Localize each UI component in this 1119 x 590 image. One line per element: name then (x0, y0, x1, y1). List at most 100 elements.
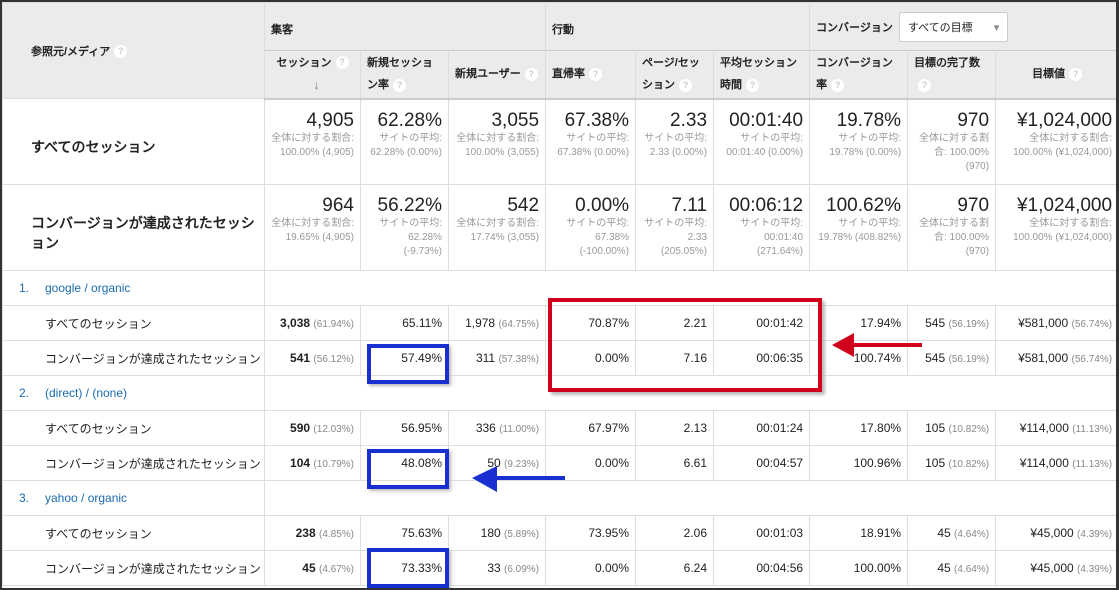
column-header-avg-session-duration[interactable]: 平均セッション時間? (713, 50, 811, 100)
cell-bounce-rate: 0.00% (545, 550, 637, 586)
cell-conversion-rate: 100.96% (809, 445, 909, 481)
cell-percent: (9.23%) (504, 459, 540, 470)
summary-comparison: サイトの平均: 19.78% (0.00%) (829, 132, 902, 158)
source-medium-link[interactable]: yahoo / organic (45, 491, 127, 505)
cell-value: 70.87% (588, 316, 630, 330)
summary-value: 964 (322, 195, 354, 216)
help-icon[interactable]: ? (335, 56, 349, 70)
summary-value: 0.00% (575, 195, 630, 216)
column-header-label: 直帰率 (552, 68, 586, 81)
cell-new-session-rate: 73.33% (360, 550, 449, 586)
table-row: コンバージョンが達成されたセッション 104 (10.79%) 48.08% 50 (… (2, 445, 1116, 481)
summary-comparison: 全体に対する割合: 19.65% (4,905) (271, 218, 354, 243)
empty-cell (263, 480, 1116, 516)
row-number: 3. (19, 491, 30, 505)
cell-percent: (11.13%) (1072, 459, 1113, 470)
cell-percent: (4.39%) (1077, 529, 1113, 540)
cell-goal-value: ¥45,000 (4.39%) (995, 515, 1116, 551)
help-icon[interactable]: ? (746, 78, 760, 92)
summary-row: コンバージョンが達成されたセッション 964 全体に対する割合: 19.65% (4… (2, 184, 1116, 271)
help-icon[interactable]: ? (679, 78, 693, 92)
cell-bounce-rate: 73.95% (545, 515, 637, 551)
goal-select[interactable]: すべての目標 ▾ (898, 11, 1009, 42)
cell-bounce-rate: 0.00% (545, 445, 637, 481)
summary-cell-bounce-rate: 67.38% サイトの平均: 67.38% (0.00%) (545, 98, 637, 185)
cell-value: 180 (480, 526, 501, 540)
source-medium-link[interactable]: google / organic (45, 281, 130, 295)
column-header-goal-completions[interactable]: 目標の完了数? (907, 50, 997, 100)
column-header-bounce-rate[interactable]: 直帰率? (545, 50, 637, 100)
summary-cell-new-users: 542 全体に対する割合: 17.74% (3,055) (447, 184, 547, 271)
cell-value: 2.06 (683, 526, 708, 540)
summary-comparison: サイトの平均: 67.38% (-100.00%) (566, 218, 630, 257)
group-acquisition: 集客 (263, 2, 547, 51)
source-cell: 3. yahoo / organic (2, 480, 265, 516)
summary-comparison: サイトの平均: 62.28% (-9.73%) (379, 218, 442, 257)
cell-new-session-rate: 56.95% (360, 410, 449, 446)
help-icon[interactable]: ? (831, 78, 845, 92)
source-group-row: 2. (direct) / (none) (2, 375, 1116, 411)
cell-goal-completions: 45 (4.64%) (907, 515, 997, 551)
cell-value: 3,038 (280, 316, 311, 330)
segment-label: コンバージョンが達成されたセッション (2, 550, 265, 586)
cell-value: ¥114,000 (1019, 456, 1069, 470)
summary-value: 00:01:40 (729, 109, 804, 131)
column-header-pages-per-session[interactable]: ページ/セッション? (635, 50, 715, 100)
help-icon[interactable]: ? (589, 67, 603, 81)
cell-percent: (4.85%) (318, 529, 354, 540)
summary-cell-goal-completions: 970 全体に対する割合: 100.00% (970) (907, 184, 997, 271)
cell-bounce-rate: 67.97% (545, 410, 637, 446)
help-icon[interactable]: ? (918, 78, 932, 92)
cell-value: ¥45,000 (1030, 561, 1074, 575)
summary-value: ¥1,024,000 (1016, 109, 1113, 131)
summary-value: 19.78% (836, 109, 902, 131)
summary-comparison: サイトの平均: 2.33 (205.05%) (644, 218, 708, 257)
cell-value: 104 (290, 456, 311, 470)
cell-pages-per-session: 2.13 (635, 410, 715, 446)
column-header-label: コンバージョン率 (816, 57, 893, 92)
cell-sessions: 3,038 (61.94%) (264, 305, 361, 341)
help-icon[interactable]: ? (393, 78, 406, 92)
summary-cell-conversion-rate: 19.78% サイトの平均: 19.78% (0.00%) (809, 98, 909, 185)
cell-value: 48.08% (401, 456, 442, 470)
summary-value: 7.11 (671, 195, 708, 216)
cell-new-session-rate: 75.63% (360, 515, 449, 551)
cell-avg-session-duration: 00:04:56 (713, 550, 811, 586)
cell-value: 590 (290, 421, 311, 435)
help-icon[interactable]: ? (1069, 67, 1083, 81)
summary-value: 100.62% (826, 195, 902, 216)
summary-cell-avg-session-duration: 00:01:40 サイトの平均: 00:01:40 (0.00%) (713, 98, 811, 185)
report-table: 参照元/メディア? 集客 行動 コンバージョン すべての目標 ▾ セッション ?↓ 新… (2, 2, 1116, 586)
summary-cell-pages-per-session: 7.11 サイトの平均: 2.33 (205.05%) (635, 184, 715, 271)
source-cell: 1. google / organic (2, 270, 265, 306)
column-header-new-session-rate[interactable]: 新規セッション率? (360, 50, 449, 100)
summary-value: 62.28% (377, 109, 442, 131)
column-header-sessions[interactable]: セッション ? ↓ (264, 50, 361, 100)
summary-cell-sessions: 4,905 全体に対する割合: 100.00% (4,905) (264, 98, 361, 185)
cell-value: 311 (475, 351, 496, 365)
group-conversion-label: コンバージョン (816, 21, 893, 34)
summary-comparison: 全体に対する割合: 100.00% (4,905) (271, 132, 354, 158)
summary-cell-goal-completions: 970 全体に対する割合: 100.00% (970) (907, 98, 997, 185)
summary-cell-conversion-rate: 100.62% サイトの平均: 19.78% (408.82%) (809, 184, 909, 271)
help-icon[interactable]: ? (114, 45, 128, 59)
column-header-conversion-rate[interactable]: コンバージョン率? (809, 50, 909, 100)
column-header-goal-value[interactable]: 目標値? (995, 50, 1116, 100)
segment-label: コンバージョンが達成されたセッション (2, 340, 265, 376)
dimension-label: 参照元/メディア (31, 45, 111, 58)
cell-conversion-rate: 18.91% (809, 515, 909, 551)
cell-value: 45 (937, 526, 951, 540)
summary-cell-sessions: 964 全体に対する割合: 19.65% (4,905) (264, 184, 361, 271)
cell-avg-session-duration: 00:01:42 (713, 305, 811, 341)
help-icon[interactable]: ? (524, 67, 538, 81)
cell-pages-per-session: 6.24 (635, 550, 715, 586)
cell-new-users: 336 (11.00%) (447, 410, 547, 446)
source-medium-link[interactable]: (direct) / (none) (45, 386, 127, 400)
column-header-new-users[interactable]: 新規ユーザー? (447, 50, 547, 100)
summary-value: 56.22% (377, 195, 442, 216)
cell-value: ¥45,000 (1030, 526, 1074, 540)
segment-label: コンバージョンが達成されたセッション (2, 184, 265, 271)
cell-value: 73.95% (588, 526, 630, 540)
dimension-header[interactable]: 参照元/メディア? (2, 2, 265, 99)
sort-arrow-icon[interactable]: ↓ (313, 77, 320, 92)
